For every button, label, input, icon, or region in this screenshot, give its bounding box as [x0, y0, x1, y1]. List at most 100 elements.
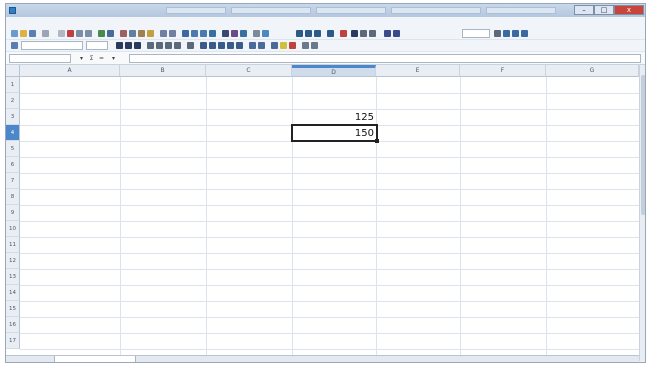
fill-handle[interactable]	[375, 139, 379, 143]
justify-icon[interactable]	[174, 42, 181, 49]
styles-icon[interactable]	[503, 30, 510, 37]
select-all-corner[interactable]	[6, 65, 20, 77]
column-header-g[interactable]: G	[546, 65, 639, 77]
row-header-5[interactable]: 5	[6, 141, 20, 157]
delete-decimal-icon[interactable]	[236, 42, 243, 49]
gallery-icon[interactable]	[231, 30, 238, 37]
function-icon[interactable]	[393, 30, 400, 37]
insert-icon[interactable]	[384, 30, 391, 37]
format-paintbrush-icon[interactable]	[147, 30, 154, 37]
background-color-icon[interactable]	[280, 42, 287, 49]
fill-format-icon[interactable]	[512, 30, 519, 37]
add-decimal-icon[interactable]	[227, 42, 234, 49]
row-header-15[interactable]: 15	[6, 301, 20, 317]
row-header-3[interactable]: 3	[6, 109, 20, 125]
redo-icon[interactable]	[169, 30, 176, 37]
equals-icon[interactable]: =	[98, 55, 105, 62]
maximize-button[interactable]: □	[594, 5, 614, 15]
align-right-icon[interactable]	[165, 42, 172, 49]
sidebar-icon[interactable]	[311, 42, 318, 49]
name-box[interactable]	[9, 54, 71, 63]
spellcheck-icon[interactable]	[98, 30, 105, 37]
active-cell-cursor[interactable]	[291, 124, 378, 142]
cell-d3[interactable]: 125	[292, 110, 374, 125]
function-wizard-icon[interactable]: ▾	[78, 55, 85, 62]
column-header-d[interactable]: D	[292, 65, 376, 77]
help-icon[interactable]	[262, 30, 269, 37]
pdf-icon[interactable]	[67, 30, 74, 37]
row-header-10[interactable]: 10	[6, 221, 20, 237]
text-icon[interactable]	[369, 30, 376, 37]
navigator-icon[interactable]	[222, 30, 229, 37]
scrollbar-thumb[interactable]	[641, 75, 645, 215]
open-icon[interactable]	[20, 30, 27, 37]
sort-descending-icon[interactable]	[200, 30, 207, 37]
font-size-select[interactable]	[86, 41, 108, 50]
row-header-16[interactable]: 16	[6, 317, 20, 333]
number-format-icon[interactable]	[218, 42, 225, 49]
increase-indent-icon[interactable]	[258, 42, 265, 49]
sort-ascending-icon[interactable]	[191, 30, 198, 37]
zoom-select[interactable]	[462, 29, 490, 38]
row-header-13[interactable]: 13	[6, 269, 20, 285]
draw-icon[interactable]	[351, 30, 358, 37]
zoom-icon[interactable]	[253, 30, 260, 37]
formula-input[interactable]	[129, 54, 641, 63]
sheet-tab-active[interactable]	[54, 356, 136, 362]
edit-icon[interactable]	[58, 30, 65, 37]
table-icon[interactable]	[327, 30, 334, 37]
row-header-1[interactable]: 1	[6, 77, 20, 93]
close-button[interactable]: x	[614, 5, 644, 15]
sum-icon[interactable]: Σ	[88, 55, 95, 62]
column-header-c[interactable]: C	[206, 65, 292, 77]
print-icon[interactable]	[76, 30, 83, 37]
row-header-17[interactable]: 17	[6, 333, 20, 349]
italic-format-icon[interactable]	[125, 42, 132, 49]
decrease-indent-icon[interactable]	[249, 42, 256, 49]
merge-cells-icon[interactable]	[187, 42, 194, 49]
new-style-icon[interactable]	[521, 30, 528, 37]
record-icon[interactable]	[340, 30, 347, 37]
row-header-9[interactable]: 9	[6, 205, 20, 221]
shapes-icon[interactable]	[360, 30, 367, 37]
email-icon[interactable]	[42, 30, 49, 37]
spreadsheet-grid[interactable]: A B C D E F G 1 2 3 4 5 6 7 8 9 10 11 12…	[6, 65, 639, 355]
font-color-icon[interactable]	[289, 42, 296, 49]
undo-icon[interactable]	[160, 30, 167, 37]
underline-icon[interactable]	[314, 30, 321, 37]
autocheck-icon[interactable]	[107, 30, 114, 37]
currency-icon[interactable]	[200, 42, 207, 49]
row-header-11[interactable]: 11	[6, 237, 20, 253]
cut-icon[interactable]	[120, 30, 127, 37]
row-header-12[interactable]: 12	[6, 253, 20, 269]
italic-icon[interactable]	[305, 30, 312, 37]
chart-icon[interactable]	[209, 30, 216, 37]
column-header-f[interactable]: F	[460, 65, 546, 77]
styles-list-icon[interactable]	[11, 42, 18, 49]
underline-format-icon[interactable]	[134, 42, 141, 49]
percent-icon[interactable]	[209, 42, 216, 49]
column-header-a[interactable]: A	[20, 65, 120, 77]
toggle-grid-icon[interactable]	[302, 42, 309, 49]
save-icon[interactable]	[29, 30, 36, 37]
align-left-icon[interactable]	[147, 42, 154, 49]
datasource-icon[interactable]	[240, 30, 247, 37]
column-header-e[interactable]: E	[376, 65, 460, 77]
vertical-scrollbar[interactable]	[639, 65, 645, 361]
font-name-select[interactable]	[21, 41, 83, 50]
minimize-button[interactable]: –	[574, 5, 594, 15]
column-header-b[interactable]: B	[120, 65, 206, 77]
paste-icon[interactable]	[138, 30, 145, 37]
align-center-icon[interactable]	[156, 42, 163, 49]
row-header-7[interactable]: 7	[6, 173, 20, 189]
hyperlink-icon[interactable]	[182, 30, 189, 37]
preview-icon[interactable]	[85, 30, 92, 37]
bold-format-icon[interactable]	[116, 42, 123, 49]
dropdown-arrow-icon[interactable]	[494, 30, 501, 37]
dropdown-icon[interactable]: ▾	[110, 55, 117, 62]
row-header-6[interactable]: 6	[6, 157, 20, 173]
row-header-8[interactable]: 8	[6, 189, 20, 205]
row-header-4[interactable]: 4	[6, 125, 20, 141]
copy-icon[interactable]	[129, 30, 136, 37]
row-header-2[interactable]: 2	[6, 93, 20, 109]
